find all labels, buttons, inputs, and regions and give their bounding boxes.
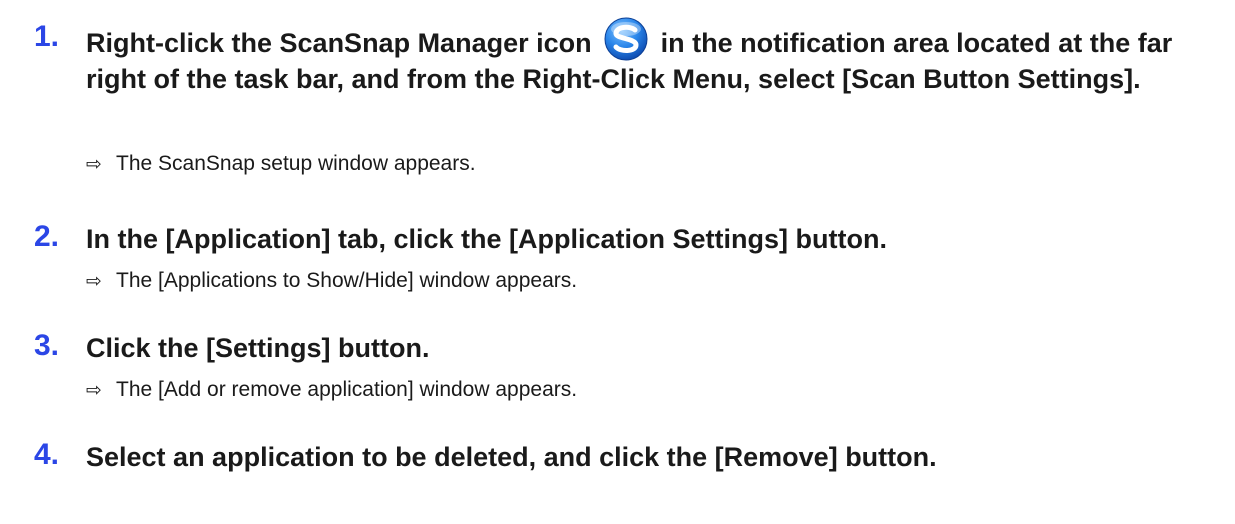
step-result: ⇨ The [Applications to Show/Hide] window … — [86, 268, 577, 294]
step-instruction: Click the [Settings] button. — [86, 333, 430, 363]
result-arrow-icon: ⇨ — [86, 379, 102, 401]
result-arrow-icon: ⇨ — [86, 153, 102, 175]
step-number: 1. — [34, 20, 60, 53]
step-result: ⇨ The [Add or remove application] window … — [86, 377, 577, 403]
step-result: ⇨ The ScanSnap setup window appears. — [86, 151, 476, 177]
step-instruction: In the [Application] tab, click the [App… — [86, 224, 887, 254]
step-instruction: Select an application to be deleted, and… — [86, 442, 937, 472]
step-number: 4. — [34, 438, 60, 471]
result-arrow-icon: ⇨ — [86, 270, 102, 292]
step-number: 3. — [34, 329, 60, 362]
result-text: The [Add or remove application] window a… — [116, 378, 578, 401]
result-text: The [Applications to Show/Hide] window a… — [116, 269, 578, 292]
step-instruction: Right-click the ScanSnap Manager icon in… — [86, 16, 1196, 97]
result-text: The ScanSnap setup window appears. — [116, 152, 476, 175]
step-text-before-icon: Right-click the ScanSnap Manager icon — [86, 28, 592, 58]
step-number: 2. — [34, 220, 60, 253]
scansnap-manager-icon — [604, 17, 648, 61]
